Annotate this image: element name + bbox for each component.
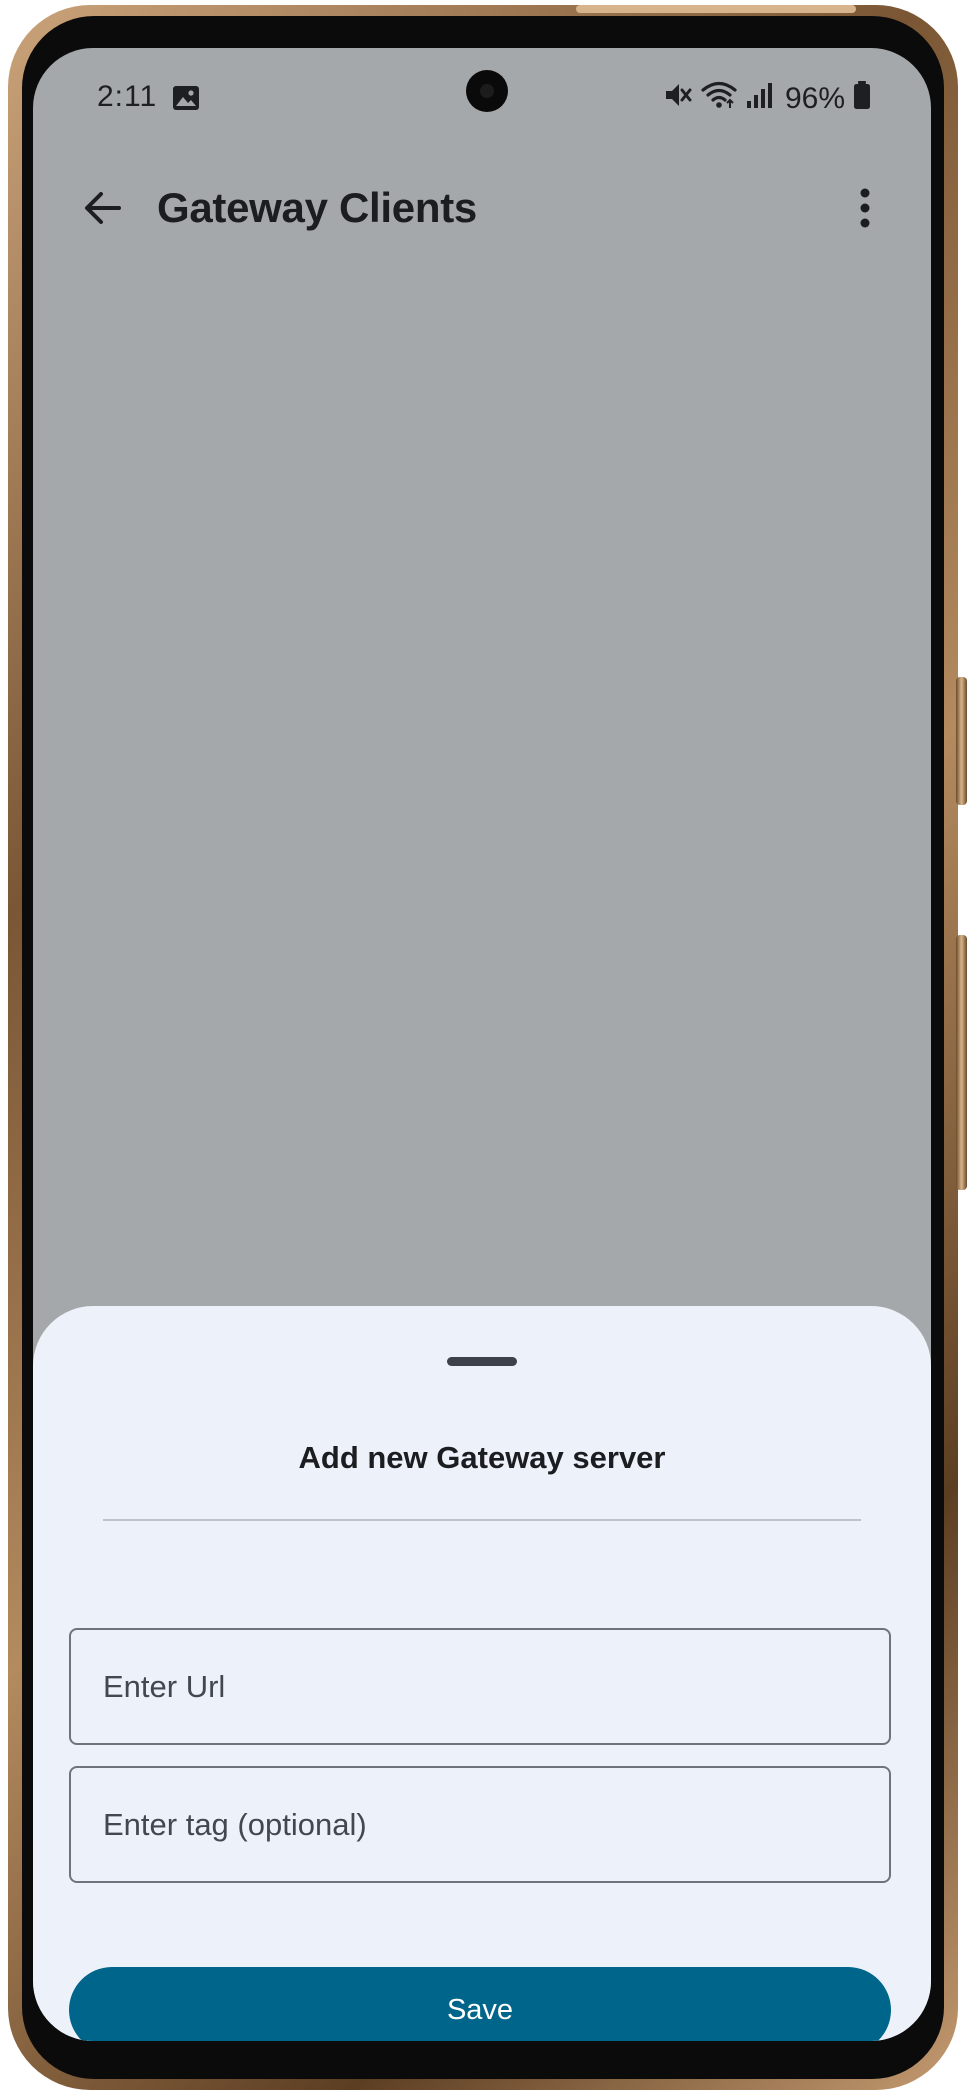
arrow-back-icon: [85, 192, 121, 224]
app-bar: Gateway Clients: [33, 160, 931, 256]
bottom-sheet: Add new Gateway server Save: [33, 1306, 931, 2041]
drag-handle[interactable]: [447, 1357, 517, 1366]
volume-button: [956, 677, 967, 805]
phone-top-edge: [576, 5, 856, 13]
tag-input[interactable]: [71, 1768, 889, 1881]
wifi-icon: [701, 80, 737, 118]
battery-icon: [853, 80, 871, 118]
status-icons: 96%: [663, 80, 871, 118]
url-input[interactable]: [71, 1630, 889, 1743]
divider: [103, 1519, 861, 1521]
url-field[interactable]: [69, 1628, 891, 1745]
more-vert-icon: [860, 188, 870, 228]
signal-icon: [745, 81, 773, 117]
battery-percent: 96%: [784, 82, 845, 115]
more-options-button[interactable]: [835, 178, 895, 238]
status-time: 2:11: [97, 80, 158, 113]
power-button: [956, 935, 967, 1190]
save-button[interactable]: Save: [69, 1967, 891, 2041]
page-title: Gateway Clients: [157, 184, 477, 231]
mute-icon: [663, 80, 693, 118]
sheet-title: Add new Gateway server: [298, 1440, 666, 1475]
screen: 2:11 96% Gateway Clients Add new Gateway…: [33, 48, 931, 2041]
back-button[interactable]: [73, 178, 133, 238]
front-camera: [466, 70, 508, 112]
gallery-icon: [172, 85, 200, 119]
status-bar: 2:11 96%: [33, 48, 931, 148]
tag-field[interactable]: [69, 1766, 891, 1883]
